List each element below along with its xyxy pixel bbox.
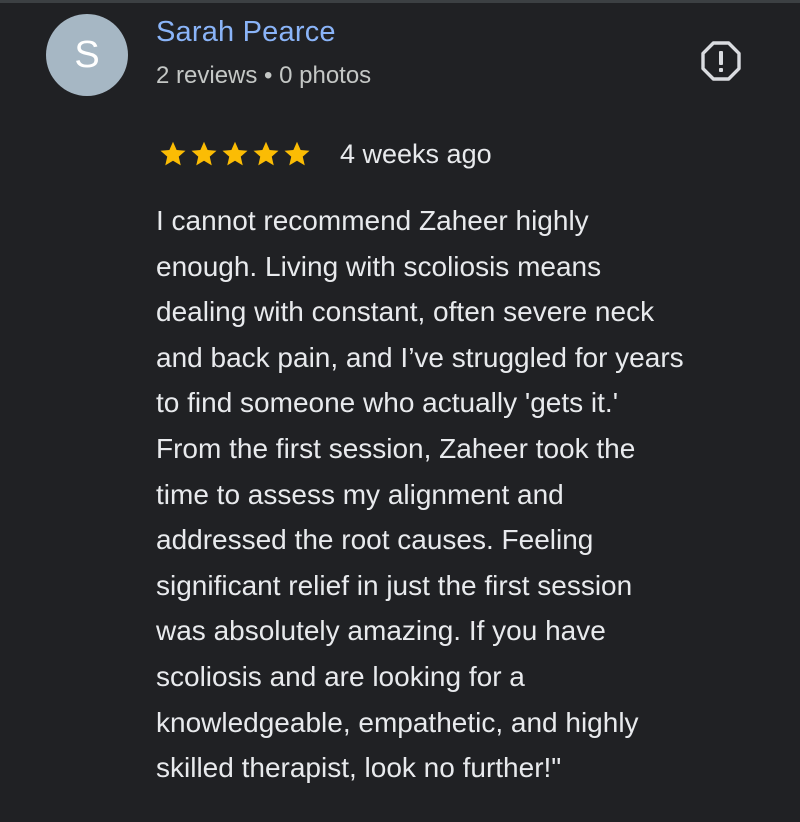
- star-icon: [253, 141, 279, 166]
- author-name[interactable]: Sarah Pearce: [156, 16, 336, 49]
- avatar-initial: S: [74, 33, 100, 76]
- rating-row: 4 weeks ago: [158, 136, 492, 172]
- review-text: I cannot recommend Zaheer highly enough.…: [156, 205, 684, 784]
- star-rating: [158, 139, 312, 169]
- author-review-count[interactable]: 2 reviews • 0 photos: [156, 62, 371, 90]
- star-icon: [160, 141, 186, 166]
- review-date: 4 weeks ago: [340, 138, 492, 169]
- star-icon: [191, 141, 217, 166]
- star-icon: [222, 141, 248, 166]
- review-card: S Sarah Pearce 2 reviews • 0 photos 4 we…: [0, 0, 800, 822]
- star-icon: [284, 141, 310, 166]
- report-review-button[interactable]: [700, 40, 742, 82]
- avatar[interactable]: S: [46, 14, 128, 96]
- report-flag-icon: [701, 41, 741, 81]
